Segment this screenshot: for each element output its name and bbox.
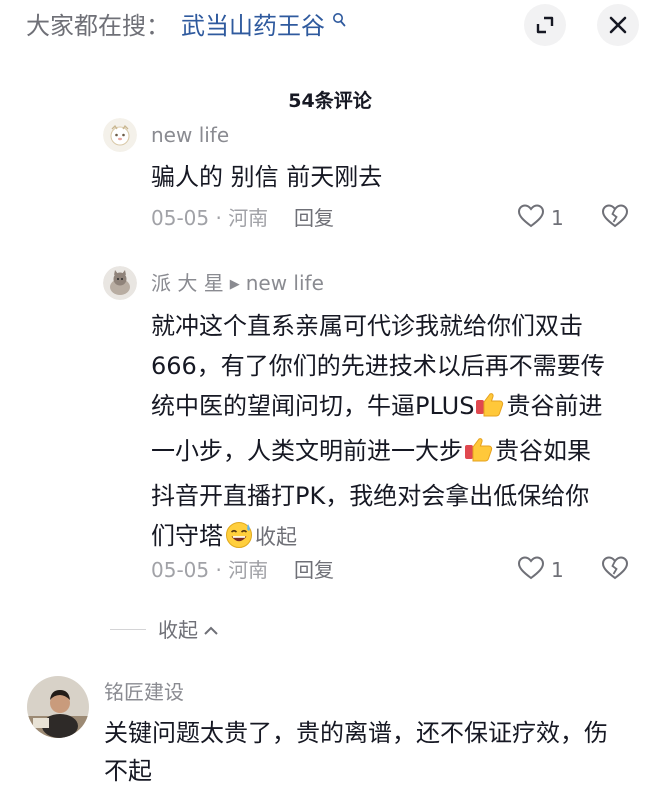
search-suggestion-link[interactable]: 武当山药王谷 xyxy=(181,8,325,44)
comment-segment: 贵谷如果 xyxy=(495,437,591,465)
comment-line: 统中医的望闻问切，牛逼PLUS 贵谷前进 xyxy=(151,386,621,431)
reply-button[interactable]: 回复 xyxy=(294,205,334,231)
search-bar: 大家都在搜： 武当山药王谷 xyxy=(0,0,660,54)
sweat-smile-emoji-icon xyxy=(224,521,254,561)
expand-icon xyxy=(536,16,554,34)
comment-count-title: 54条评论 xyxy=(288,90,372,112)
search-icon[interactable] xyxy=(332,12,346,32)
comment-line: 一小步，人类文明前进一大步 贵谷如果 xyxy=(151,431,621,476)
broken-heart-icon[interactable] xyxy=(601,555,629,585)
comment-segment: 们守塔 xyxy=(151,522,223,550)
thumbs-up-emoji-icon xyxy=(464,436,494,476)
heart-icon[interactable] xyxy=(517,203,545,233)
heart-icon[interactable] xyxy=(517,555,545,585)
comment-text: 就冲这个直系亲属可代诊我就给你们双击 666，有了你们的先进技术以后再不需要传 … xyxy=(151,306,621,561)
avatar[interactable] xyxy=(27,676,89,738)
reply-header: 派 大 星 ▶ new life xyxy=(151,270,324,300)
comment-line: 就冲这个直系亲属可代诊我就给你们双击 xyxy=(151,312,583,340)
avatar[interactable] xyxy=(103,118,137,152)
search-prefix: 大家都在搜： xyxy=(26,12,170,40)
broken-heart-icon[interactable] xyxy=(601,203,629,233)
close-icon xyxy=(609,16,627,34)
reply-arrow-icon: ▶ xyxy=(229,277,240,292)
comment-segment: 贵谷前进 xyxy=(506,392,603,420)
comment-username[interactable]: 派 大 星 xyxy=(151,271,224,295)
comment-username[interactable]: 铭匠建设 xyxy=(104,679,184,705)
chevron-up-icon xyxy=(204,626,218,635)
avatar[interactable] xyxy=(103,266,137,300)
expand-button[interactable] xyxy=(524,4,566,46)
comment-segment: 一小步，人类文明前进一大步 xyxy=(151,437,463,465)
reply-button[interactable]: 回复 xyxy=(294,557,334,583)
comment-date-location: 05-05 · 河南 xyxy=(151,206,269,230)
collapse-divider xyxy=(110,629,146,630)
thumbs-up-emoji-icon xyxy=(475,391,505,431)
comment-text-cut: 不起 xyxy=(104,757,152,785)
comment-text: 关键问题太贵了，贵的离谱，还不保证疗效，伤 xyxy=(104,719,608,747)
like-count: 1 xyxy=(551,206,564,230)
comment-line: 抖音开直播打PK，我绝对会拿出低保给你 xyxy=(151,482,590,510)
comment-date-location: 05-05 · 河南 xyxy=(151,558,269,582)
comment-text: 骗人的 别信 前天刚去 xyxy=(151,163,383,191)
comment-segment: 统中医的望闻问切，牛逼PLUS xyxy=(151,392,475,420)
comment-line: 666，有了你们的先进技术以后再不需要传 xyxy=(151,352,605,380)
collapse-text-button[interactable]: 收起 xyxy=(255,525,297,549)
comment-line: 们守塔 收起 xyxy=(151,516,621,561)
close-button[interactable] xyxy=(597,4,639,46)
like-count: 1 xyxy=(551,558,564,582)
reply-to-username[interactable]: new life xyxy=(246,271,324,295)
collapse-replies-label: 收起 xyxy=(158,618,198,642)
collapse-replies-button[interactable]: 收起 xyxy=(158,617,220,643)
comment-username[interactable]: new life xyxy=(151,122,229,148)
